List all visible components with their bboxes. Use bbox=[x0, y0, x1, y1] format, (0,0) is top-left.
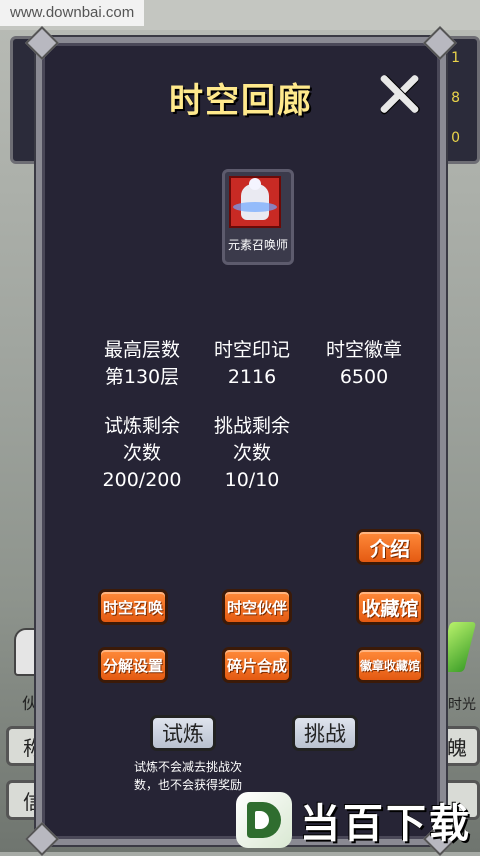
site-watermark: www.downbai.com bbox=[0, 0, 145, 26]
stat-label: 时空印记 bbox=[213, 339, 290, 361]
stat-challenges-remaining: 挑战剩余 次数 10/10 bbox=[202, 413, 302, 494]
stat-label: 次数 bbox=[232, 442, 271, 464]
stat-highest-floor: 最高层数 第130层 bbox=[92, 337, 192, 391]
stat-value: 2116 bbox=[227, 366, 277, 388]
time-summon-button[interactable]: 时空召唤 bbox=[98, 589, 168, 625]
hero-name: 元素召唤师 bbox=[227, 238, 288, 252]
background-number: 8 bbox=[451, 90, 460, 106]
intro-button[interactable]: 介绍 bbox=[356, 529, 424, 565]
stat-value: 第130层 bbox=[104, 366, 180, 388]
trial-note: 试炼不会减去挑战次 数，也不会获得奖励 bbox=[108, 758, 268, 794]
logo-d-icon bbox=[236, 792, 292, 848]
note-line: 试炼不会减去挑战次 bbox=[133, 760, 242, 774]
stat-label: 挑战剩余 bbox=[213, 415, 290, 437]
stat-trials-remaining: 试炼剩余 次数 200/200 bbox=[92, 413, 192, 494]
stat-value: 6500 bbox=[339, 366, 389, 388]
background-number: 0 bbox=[451, 130, 460, 146]
trial-button[interactable]: 试炼 bbox=[150, 715, 216, 751]
time-partner-button[interactable]: 时空伙伴 bbox=[222, 589, 292, 625]
stat-value: 10/10 bbox=[224, 469, 280, 491]
badge-collection-button[interactable]: 徽章收藏馆 bbox=[356, 647, 424, 683]
stat-label: 时空徽章 bbox=[325, 339, 402, 361]
stat-value: 200/200 bbox=[102, 469, 182, 491]
logo-text: 当百下载 bbox=[300, 801, 472, 847]
time-corridor-dialog: 时空回廊 元素召唤师 最高层数 第130层 时空印记 2116 时空徽章 650… bbox=[25, 26, 457, 856]
stat-time-mark: 时空印记 2116 bbox=[202, 337, 302, 391]
collection-hall-button[interactable]: 收藏馆 bbox=[356, 589, 424, 625]
fragment-synthesis-button[interactable]: 碎片合成 bbox=[222, 647, 292, 683]
background-right-label: 时光 bbox=[448, 697, 476, 713]
close-icon[interactable] bbox=[376, 71, 422, 117]
summoner-icon bbox=[233, 178, 277, 220]
challenge-button[interactable]: 挑战 bbox=[292, 715, 358, 751]
background-button: 魄 bbox=[440, 726, 480, 766]
decompose-settings-button[interactable]: 分解设置 bbox=[98, 647, 168, 683]
stat-label: 最高层数 bbox=[103, 339, 180, 361]
hero-card[interactable]: 元素召唤师 bbox=[222, 169, 294, 265]
hero-portrait bbox=[229, 176, 281, 228]
stat-time-badge: 时空徽章 6500 bbox=[314, 337, 414, 391]
site-logo: 当百下载 bbox=[236, 792, 472, 848]
stat-label: 试炼剩余 bbox=[103, 415, 180, 437]
stat-label: 次数 bbox=[122, 442, 161, 464]
background-number: 1 bbox=[451, 50, 460, 66]
